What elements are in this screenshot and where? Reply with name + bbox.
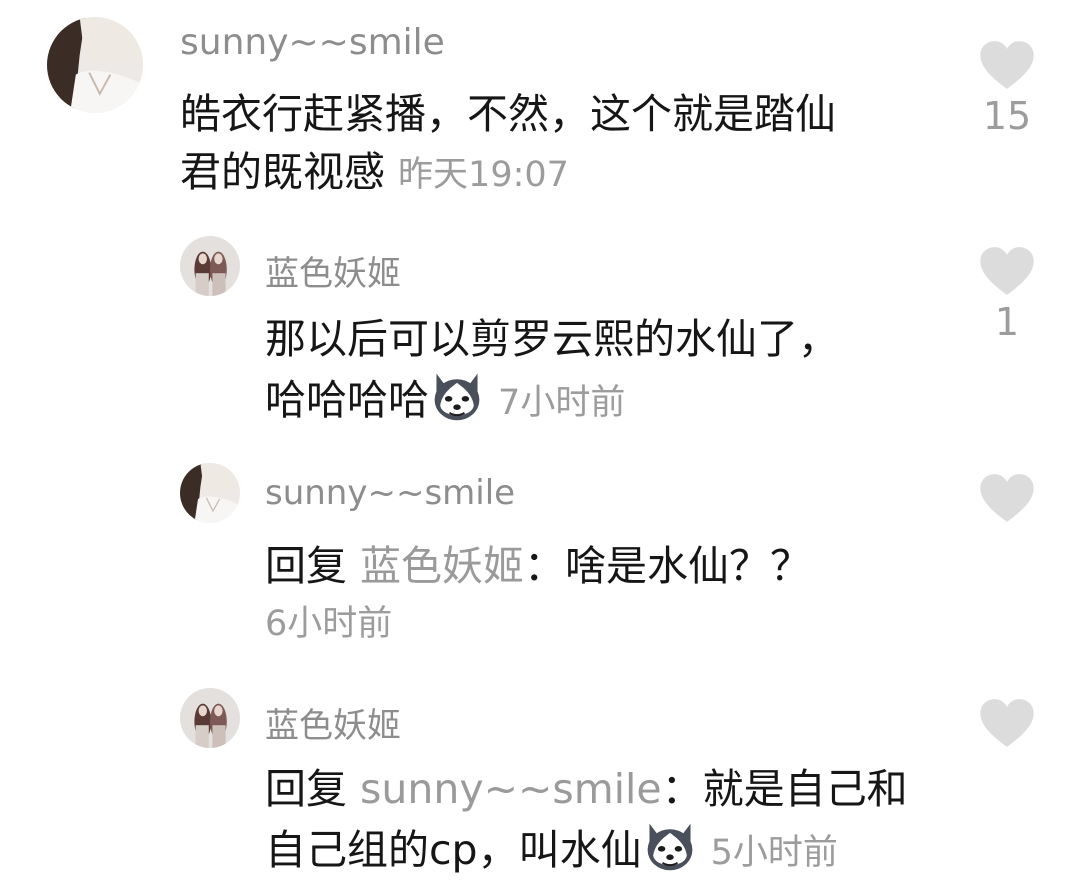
comment-text-body: ：就是自己和 (661, 765, 908, 813)
reply-prefix: 回复 (265, 765, 347, 813)
reply-item: 蓝色妖姬 回复 sunny~~smile：就是自己和 自己组的cp，叫水仙 5小… (0, 680, 1080, 874)
comment-text-line: 皓衣行赶紧播，不然，这个就是踏仙 (180, 90, 836, 138)
avatar[interactable] (180, 236, 240, 296)
comment-text: 皓衣行赶紧播，不然，这个就是踏仙 君的既视感 昨天19:07 (180, 85, 836, 204)
comment-timestamp: 5小时前 (710, 833, 838, 873)
comment-text-line: 那以后可以剪罗云熙的水仙了， (265, 315, 839, 363)
comment-text-body: ：啥是水仙？？ (524, 542, 812, 590)
reply-prefix: 回复 (265, 542, 347, 590)
heart-icon[interactable] (979, 246, 1035, 296)
avatar[interactable] (180, 463, 240, 523)
reply-mention[interactable]: 蓝色妖姬 (360, 542, 524, 590)
comment-text: 那以后可以剪罗云熙的水仙了， 哈哈哈哈 7小时前 (265, 310, 839, 432)
heart-icon[interactable] (979, 698, 1035, 748)
comment-username[interactable]: sunny~~smile (180, 22, 445, 63)
comment-username[interactable]: 蓝色妖姬 (265, 698, 401, 747)
like-count: 15 (982, 94, 1032, 138)
comment-text-line: 君的既视感 (180, 148, 385, 196)
avatar[interactable] (47, 17, 143, 113)
like-button[interactable] (967, 698, 1047, 748)
comment-text-line-2: 哈哈哈哈 7小时前 (265, 368, 839, 432)
comment-text-line: 回复 蓝色妖姬：啥是水仙？？ (265, 537, 811, 595)
comment-timestamp: 昨天19:07 (398, 155, 569, 195)
avatar[interactable] (180, 688, 240, 748)
comment-timestamp: 6小时前 (265, 604, 393, 644)
portrait-woman-avatar-icon (47, 17, 143, 113)
husky-dog-emoji-icon (429, 368, 485, 424)
reply-item: 蓝色妖姬 那以后可以剪罗云熙的水仙了， 哈哈哈哈 7小时前 1 (0, 228, 1080, 428)
comment-text-line: 哈哈哈哈 (265, 376, 429, 424)
like-button[interactable]: 15 (967, 40, 1047, 138)
heart-icon[interactable] (979, 40, 1035, 90)
comment-text: 回复 蓝色妖姬：啥是水仙？？ 6小时前 (265, 537, 811, 653)
reply-mention[interactable]: sunny~~smile (360, 765, 662, 813)
husky-dog-emoji-icon (642, 818, 698, 874)
comment-text-line: 自己组的cp，叫水仙 (265, 826, 642, 874)
comment-timestamp: 7小时前 (498, 383, 626, 423)
like-count: 1 (994, 300, 1020, 344)
comment-text-line-2: 自己组的cp，叫水仙 5小时前 (265, 818, 908, 882)
reply-item: sunny~~smile 回复 蓝色妖姬：啥是水仙？？ 6小时前 (0, 455, 1080, 655)
like-button[interactable]: 1 (967, 246, 1047, 344)
comment-username[interactable]: sunny~~smile (265, 473, 515, 513)
portrait-woman-avatar-icon (180, 463, 240, 523)
comment-text: 回复 sunny~~smile：就是自己和 自己组的cp，叫水仙 5小时前 (265, 760, 908, 882)
comment-username[interactable]: 蓝色妖姬 (265, 246, 401, 295)
comment-text-line-2: 君的既视感 昨天19:07 (180, 143, 836, 204)
comment-text-line: 回复 sunny~~smile：就是自己和 (265, 760, 908, 818)
like-button[interactable] (967, 473, 1047, 523)
two-figures-avatar-icon (180, 236, 240, 296)
comment-item: sunny~~smile 皓衣行赶紧播，不然，这个就是踏仙 君的既视感 昨天19… (0, 0, 1080, 200)
two-figures-avatar-icon (180, 688, 240, 748)
heart-icon[interactable] (979, 473, 1035, 523)
